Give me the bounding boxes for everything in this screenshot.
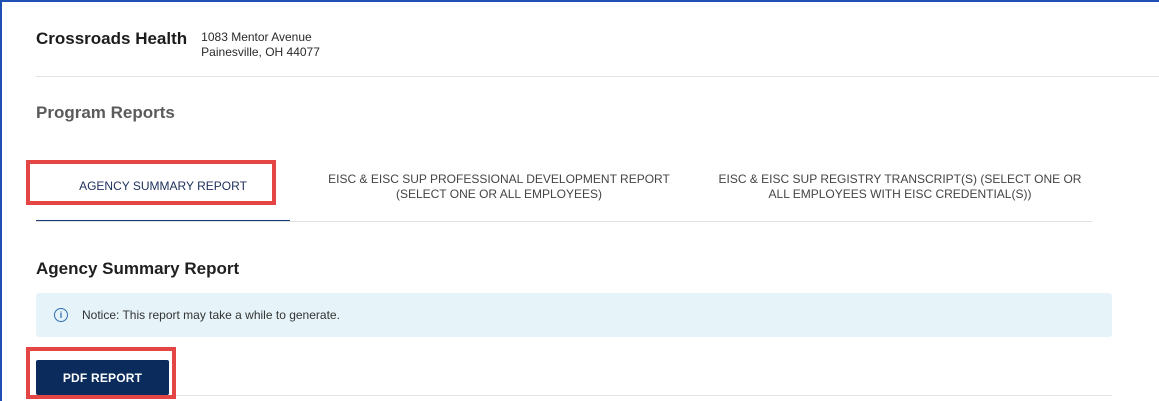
- tab-professional-development-report[interactable]: EISC & EISC SUP PROFESSIONAL DEVELOPMENT…: [304, 152, 694, 222]
- notice-banner: i Notice: This report may take a while t…: [36, 293, 1112, 337]
- report-title: Agency Summary Report: [36, 259, 240, 278]
- organization-header: Crossroads Health 1083 Mentor Avenue Pai…: [36, 28, 320, 60]
- tab-label: EISC & EISC SUP REGISTRY TRANSCRIPT(S) (…: [718, 172, 1082, 201]
- tab-label: EISC & EISC SUP PROFESSIONAL DEVELOPMENT…: [328, 172, 670, 201]
- bottom-divider: [36, 395, 1112, 396]
- tab-label: AGENCY SUMMARY REPORT: [79, 178, 247, 193]
- info-icon: i: [54, 308, 68, 322]
- organization-name: Crossroads Health: [36, 29, 188, 48]
- organization-address: 1083 Mentor Avenue Painesville, OH 44077: [201, 30, 320, 60]
- tab-agency-summary-report[interactable]: AGENCY SUMMARY REPORT: [36, 152, 290, 222]
- notice-text: Notice: This report may take a while to …: [82, 308, 340, 322]
- section-title: Program Reports: [36, 103, 175, 122]
- report-tabs: AGENCY SUMMARY REPORT EISC & EISC SUP PR…: [36, 152, 1092, 222]
- address-line-1: 1083 Mentor Avenue: [201, 30, 312, 44]
- pdf-report-button[interactable]: PDF REPORT: [36, 360, 169, 395]
- page-frame: Crossroads Health 1083 Mentor Avenue Pai…: [0, 0, 1159, 401]
- address-line-2: Painesville, OH 44077: [201, 45, 320, 59]
- tabs-baseline: [36, 221, 1092, 222]
- header-divider: [36, 76, 1159, 77]
- tab-registry-transcripts[interactable]: EISC & EISC SUP REGISTRY TRANSCRIPT(S) (…: [708, 152, 1092, 222]
